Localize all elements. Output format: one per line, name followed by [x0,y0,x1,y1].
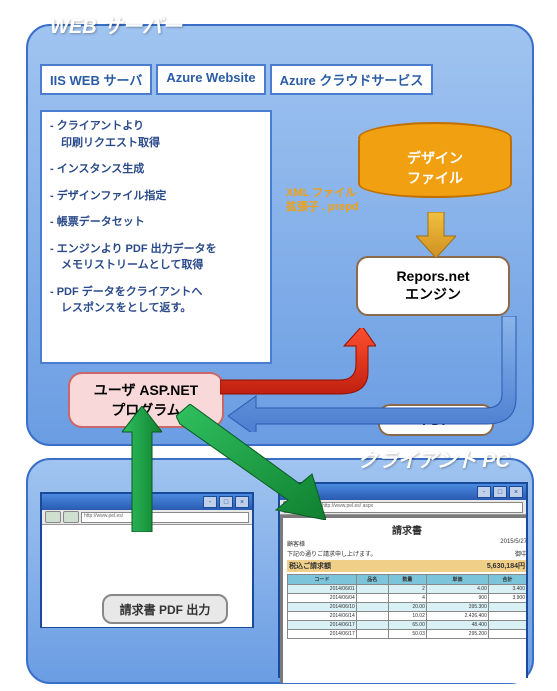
table-row: 2014/06/1765.0048.400 [288,621,527,630]
minimize-icon[interactable]: - [477,486,491,498]
xml-file-label: XML ファイル 拡張子 . prepd [286,186,359,215]
invoice-title: 請求書 [287,522,526,537]
host-iis: IIS WEB サーバ [40,64,152,95]
db-label2: ファイル [407,168,463,188]
invoice-table: コード品名数量単価合計2014/06/0124.003.4002014/06/0… [287,574,526,639]
host-azure-web: Azure Website [156,64,265,95]
client-title: クライアント PC [357,444,510,473]
close-icon[interactable]: × [509,486,523,498]
design-file-db: デザイン ファイル [358,122,508,202]
db-label1: デザイン [407,148,463,168]
invoice-total: 税込ご請求額 5,630,184円 [287,560,526,572]
table-row: 2014/06/0124.003.400 [288,585,527,594]
flow-step: - エンジンより PDF 出力データを メモリストリームとして取得 [50,241,262,274]
server-panel: WEB サーバー IIS WEB サーバ Azure Website Azure… [26,24,534,446]
table-row: 2014/06/1750.03295.200 [288,630,527,639]
table-row: 2014/06/0449003.900 [288,594,527,603]
arrow-request-up [122,406,162,532]
flow-step: - クライアントより 印刷リクエスト取得 [50,118,262,151]
arrow-db-to-engine [416,212,456,258]
table-row: 2014/06/1020.00395.300 [288,603,527,612]
table-row: 2014/06/1410.022.426.400 [288,612,527,621]
print-pdf-button[interactable]: 請求書 PDF 出力 [102,594,228,624]
address-bar[interactable]: http://www.pel.es/ aspx [319,502,523,513]
forward-icon[interactable] [63,511,79,523]
back-icon[interactable] [45,511,61,523]
maximize-icon[interactable]: □ [493,486,507,498]
arrow-response-down [176,404,326,520]
invoice-document: 請求書 顧客様2015/5/27 下記の通りご請求申し上げます。御中 税込ご請求… [283,518,526,683]
flow-step: - PDF データをクライアントへ レスポンスをとして返す。 [50,284,262,317]
server-title: WEB サーバー [50,10,182,39]
flow-step: - 帳票データセット [50,214,262,231]
host-azure-cloud: Azure クラウドサービス [270,64,434,95]
flow-step: - インスタンス生成 [50,161,262,178]
hosting-options: IIS WEB サーバ Azure Website Azure クラウドサービス [40,64,433,95]
flow-step: - デザインファイル指定 [50,188,262,205]
engine-box: Repors.net エンジン [356,256,510,316]
